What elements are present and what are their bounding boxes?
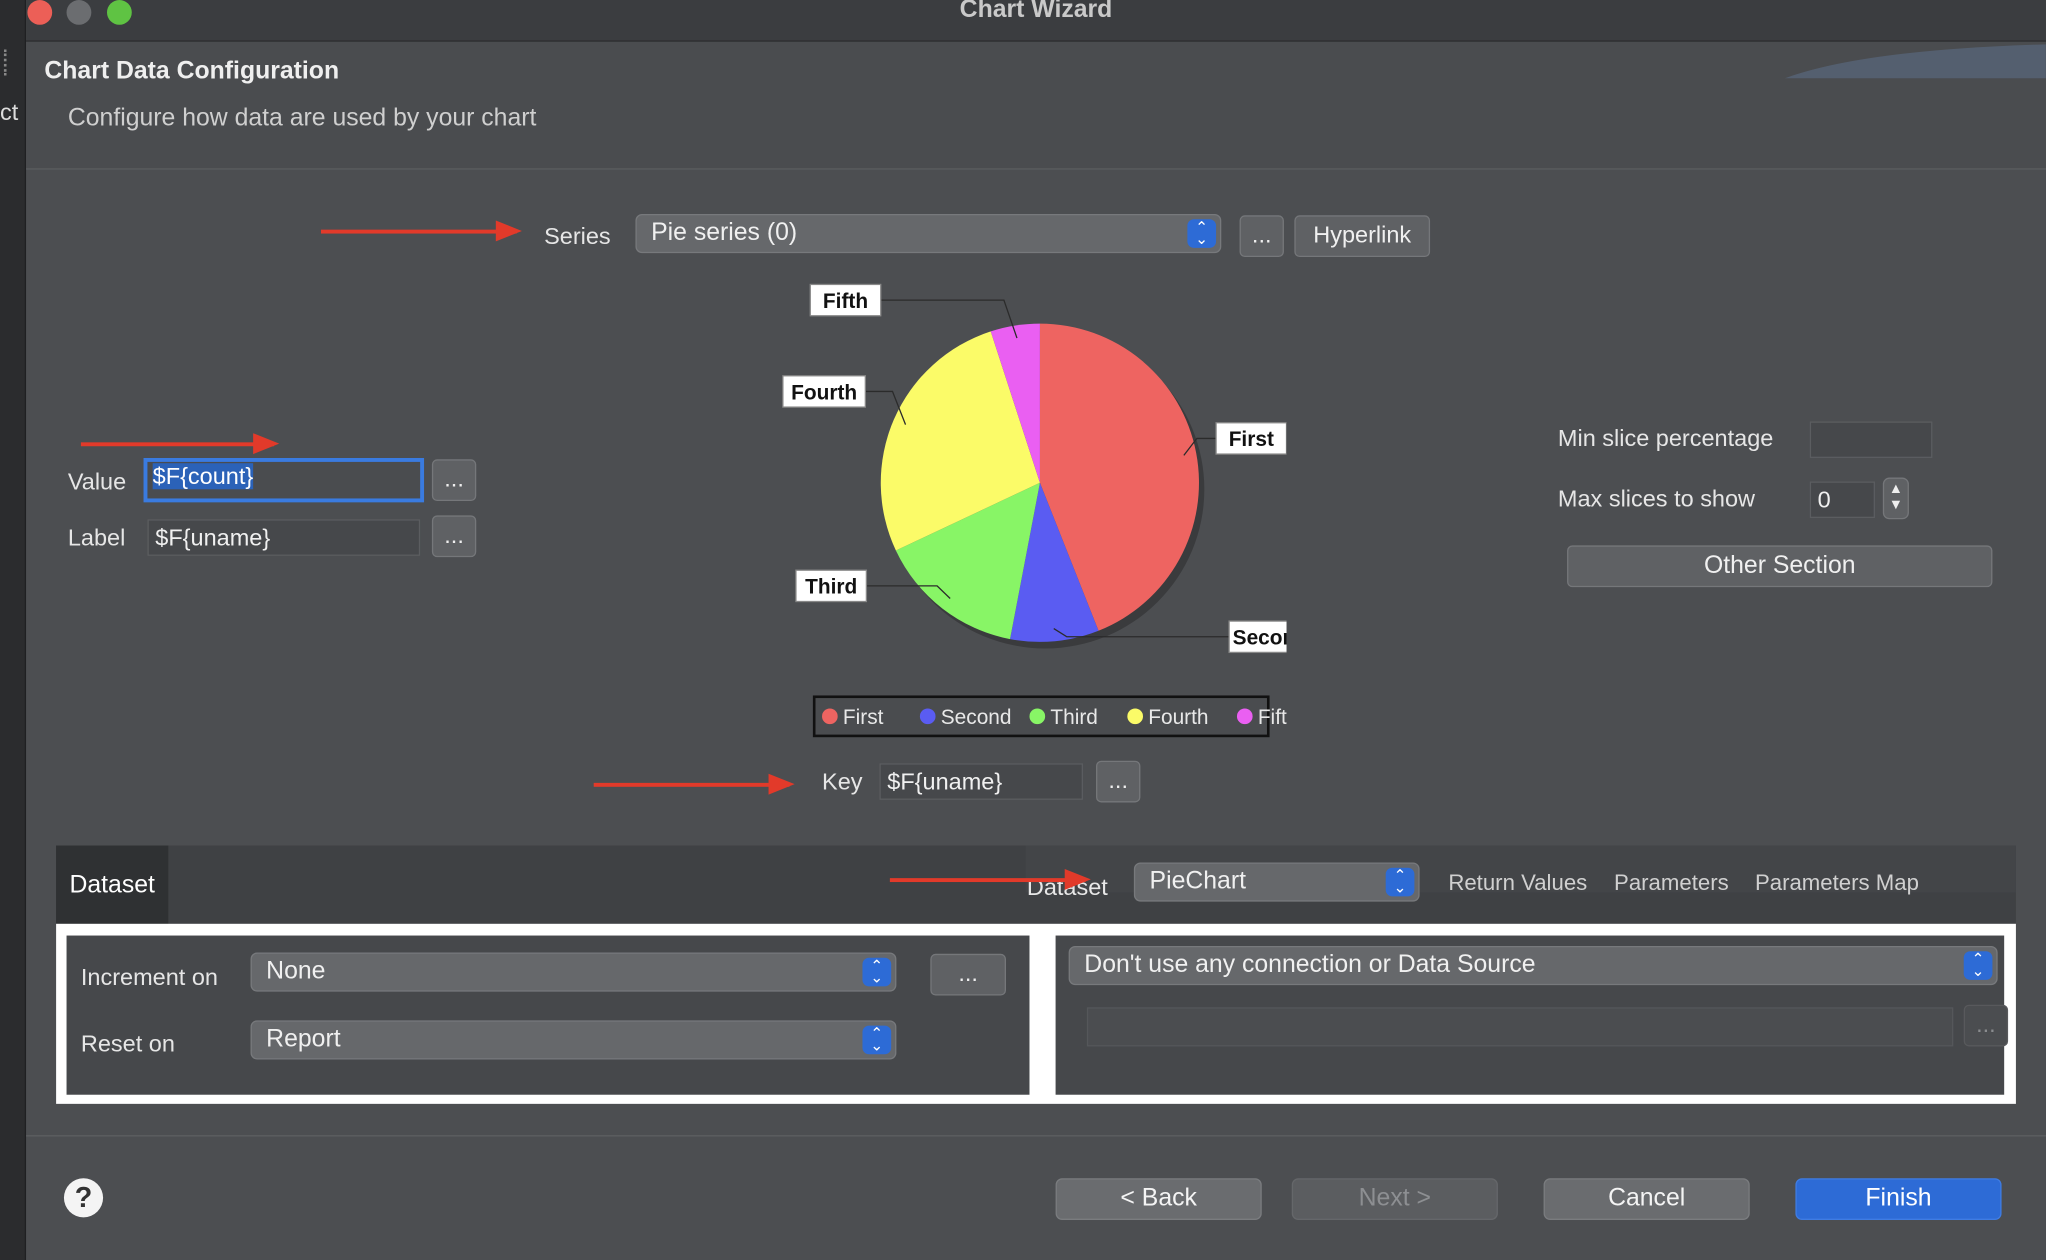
value-label: Value [67, 468, 127, 495]
pie-chart: First Second Third Fourth Fifth First Second T… [782, 283, 1287, 738]
key-more-button[interactable]: ... [1096, 760, 1141, 803]
legend-entry: Fifth [1258, 706, 1287, 729]
dataset-panel: Increment on None ⌃ ⌄ ... Reset on Report… [56, 923, 2016, 1104]
back-button[interactable]: < Back [1055, 1178, 1262, 1220]
legend-swatch [1029, 708, 1046, 725]
value-expression-text: $F{count} [152, 463, 254, 490]
other-section-button[interactable]: Other Section [1567, 545, 1993, 588]
series-select[interactable]: Pie series (0) ⌃ ⌄ [635, 213, 1222, 254]
key-expression-field[interactable]: $F{uname} [879, 763, 1083, 800]
max-slices-field[interactable]: 0 [1809, 481, 1875, 519]
annotation-arrow [80, 433, 280, 455]
min-slice-label: Min slice percentage [1557, 425, 1774, 452]
legend-entry: First [843, 706, 884, 729]
max-slices-stepper[interactable]: ▲ ▼ [1882, 477, 1909, 520]
dataset-tab-bar: Dataset Dataset PieChart ⌃⌄ Return Value… [56, 845, 2016, 924]
page-subtitle: Configure how data are used by your char… [67, 104, 537, 132]
updown-chevron-icon: ⌃ ⌄ [1963, 951, 1993, 980]
callout-label: Third [805, 576, 857, 599]
callout-label: First [1229, 428, 1274, 451]
drag-grip-icon [3, 49, 9, 76]
callout-label: Second [1233, 627, 1287, 650]
increment-on-select[interactable]: None ⌃ ⌄ [250, 952, 897, 992]
page-title: Chart Data Configuration [44, 57, 340, 85]
reset-on-label: Reset on [80, 1030, 175, 1057]
increment-reset-panel: Increment on None ⌃ ⌄ ... Reset on Report… [66, 935, 1030, 1095]
legend-swatch [1236, 708, 1253, 725]
connection-panel: Don't use any connection or Data Source … [1055, 935, 2009, 1095]
callout-label: Fifth [823, 290, 868, 313]
help-icon[interactable]: ? [63, 1178, 104, 1218]
increment-on-value: None [266, 957, 326, 986]
min-slice-field[interactable] [1809, 421, 1933, 458]
annotation-arrow [593, 773, 795, 795]
background-window-strip: ct [0, 0, 27, 1260]
updown-chevron-icon: ⌃ ⌄ [862, 958, 892, 987]
legend-entry: Third [1050, 706, 1098, 729]
increment-on-label: Increment on [80, 964, 218, 991]
connection-expression-field[interactable] [1086, 1007, 1954, 1047]
increment-more-button[interactable]: ... [930, 953, 1007, 996]
legend-swatch [822, 708, 838, 725]
stepper-down-icon[interactable]: ▼ [1889, 497, 1903, 513]
annotation-arrow [889, 868, 1091, 890]
legend-swatch [1127, 708, 1144, 725]
key-label: Key [822, 768, 863, 795]
callout-label: Fourth [791, 381, 857, 404]
value-expression-field[interactable]: $F{count} [143, 457, 425, 503]
dataset-select-value: PieChart [1149, 867, 1246, 896]
tab-parameters-map[interactable]: Parameters Map [1755, 870, 1919, 896]
footer-separator [26, 1135, 2046, 1137]
legend-entry: Fourth [1148, 706, 1208, 729]
dataset-select[interactable]: PieChart ⌃ ⌄ [1133, 862, 1420, 902]
stepper-up-icon[interactable]: ▲ [1889, 481, 1903, 497]
connection-select-value: Don't use any connection or Data Source [1084, 951, 1536, 979]
label-expression-field[interactable]: $F{uname} [147, 519, 421, 556]
hyperlink-button[interactable]: Hyperlink [1294, 215, 1431, 258]
value-more-button[interactable]: ... [431, 459, 477, 502]
tab-parameters[interactable]: Parameters [1614, 870, 1729, 896]
window-title: Chart Wizard [959, 0, 1113, 24]
series-label: Series [544, 223, 611, 250]
background-window-text: ct [0, 99, 19, 126]
annotation-arrow [320, 220, 522, 242]
legend-swatch [919, 708, 936, 725]
next-button[interactable]: Next > [1291, 1178, 1498, 1220]
updown-chevron-icon: ⌃ ⌄ [1187, 219, 1217, 248]
cancel-button[interactable]: Cancel [1543, 1178, 1750, 1220]
chart-wizard-window: Chart Wizard Chart Data Configuration Co… [26, 0, 2046, 1260]
title-bar: Chart Wizard [26, 0, 2046, 42]
label-more-button[interactable]: ... [431, 515, 477, 558]
label-label: Label [67, 524, 126, 551]
tab-dataset[interactable]: Dataset [56, 845, 169, 924]
connection-select[interactable]: Don't use any connection or Data Source … [1068, 945, 1998, 986]
updown-chevron-icon: ⌃ ⌄ [1385, 868, 1415, 897]
header-decoration [1784, 44, 2046, 79]
wizard-header: Chart Data Configuration Configure how d… [26, 41, 2046, 170]
finish-button[interactable]: Finish [1795, 1178, 2002, 1220]
legend-entry: Second [941, 706, 1012, 729]
max-slices-label: Max slices to show [1557, 485, 1756, 512]
updown-chevron-icon: ⌃ ⌄ [862, 1025, 892, 1055]
reset-on-select[interactable]: Report ⌃ ⌄ [250, 1020, 897, 1060]
series-more-button[interactable]: ... [1239, 215, 1284, 258]
series-select-value: Pie series (0) [651, 219, 798, 247]
tab-return-values[interactable]: Return Values [1448, 870, 1587, 896]
reset-on-value: Report [266, 1025, 341, 1053]
connection-more-button[interactable]: ... [1963, 1004, 2009, 1047]
